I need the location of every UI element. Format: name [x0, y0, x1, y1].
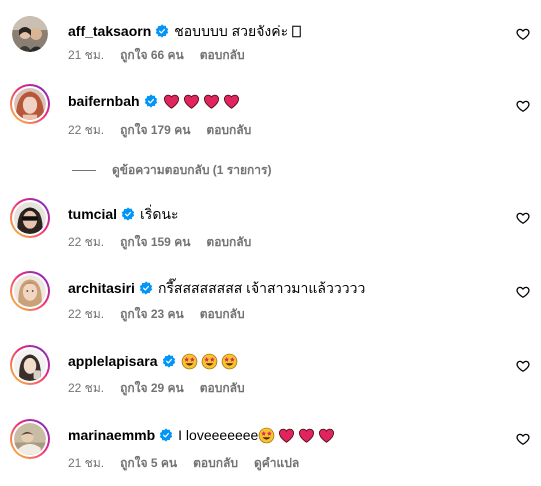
- avatar[interactable]: [10, 84, 50, 124]
- comment-time[interactable]: 21 ชม.: [68, 48, 104, 62]
- comment-username[interactable]: tumcial: [68, 205, 117, 223]
- translate-button[interactable]: ดูคำแปล: [254, 456, 299, 470]
- box-glyph-icon: [292, 25, 301, 37]
- comment-time[interactable]: 22 ชม.: [68, 307, 104, 321]
- comment-meta: 22 ชม. ถูกใจ 159 คน ตอบกลับ: [68, 235, 267, 249]
- comment-text-content: I loveeeeeee: [178, 427, 259, 443]
- verified-badge-icon: [121, 207, 135, 221]
- heart-outline-icon[interactable]: [516, 211, 530, 225]
- heart-outline-icon[interactable]: [516, 432, 530, 446]
- avatar[interactable]: [10, 271, 50, 311]
- comment-time[interactable]: 22 ชม.: [68, 381, 104, 395]
- comment-text: ชอบบบบ สวยจังค่ะ: [174, 22, 301, 40]
- avatar-ring-gap: [12, 200, 48, 236]
- heart-outline-icon[interactable]: [516, 285, 530, 299]
- view-replies-button[interactable]: ดูข้อความตอบกลับ (1 รายการ): [72, 161, 271, 180]
- avatar-photo: [14, 202, 46, 234]
- red-heart-emoji-icon: [203, 94, 219, 109]
- avatar-ring-gap: [12, 347, 48, 383]
- comment-likes[interactable]: ถูกใจ 23 คน: [120, 307, 184, 321]
- red-heart-emoji-icon: [299, 428, 315, 443]
- comment-likes[interactable]: ถูกใจ 5 คน: [120, 456, 177, 470]
- comment-time[interactable]: 22 ชม.: [68, 235, 104, 249]
- comment-likes[interactable]: ถูกใจ 179 คน: [120, 123, 190, 137]
- comment-text: กรี๊สสสสสสสส เจ้าสาวมาแล้ววววว: [157, 280, 366, 296]
- avatar-photo: [14, 275, 46, 307]
- comment-time[interactable]: 22 ชม.: [68, 123, 104, 137]
- view-replies-divider: [72, 170, 96, 171]
- reply-button[interactable]: ตอบกลับ: [193, 456, 238, 470]
- comments-list: aff_taksaorn ชอบบบบ สวยจังค่ะ 21 ชม. ถูก…: [0, 0, 541, 486]
- avatar-photo: [12, 16, 48, 52]
- comment-meta: 22 ชม. ถูกใจ 29 คน ตอบกลับ: [68, 381, 261, 395]
- heart-outline-icon[interactable]: [516, 27, 530, 41]
- comment-likes[interactable]: ถูกใจ 29 คน: [120, 381, 184, 395]
- comment-likes[interactable]: ถูกใจ 159 คน: [120, 235, 190, 249]
- reply-button[interactable]: ตอบกลับ: [206, 235, 251, 249]
- reply-button[interactable]: ตอบกลับ: [200, 381, 245, 395]
- star-struck-emoji-icon: [201, 353, 217, 369]
- comment-meta: 21 ชม. ถูกใจ 5 คน ตอบกลับ ดูคำแปล: [68, 456, 315, 470]
- comment-meta: 22 ชม. ถูกใจ 23 คน ตอบกลับ: [68, 307, 261, 321]
- avatar-photo: [14, 423, 46, 455]
- comment-likes[interactable]: ถูกใจ 66 คน: [120, 48, 184, 62]
- comment-text: [163, 93, 243, 110]
- red-heart-emoji-icon: [279, 428, 295, 443]
- comment-text: I loveeeeeee: [178, 426, 338, 444]
- verified-badge-icon: [139, 281, 153, 295]
- red-heart-emoji-icon: [223, 94, 239, 109]
- avatar[interactable]: [10, 14, 50, 54]
- avatar[interactable]: [10, 198, 50, 238]
- comment-time[interactable]: 21 ชม.: [68, 456, 104, 470]
- verified-badge-icon: [144, 94, 157, 108]
- comment-meta: 21 ชม. ถูกใจ 66 คน ตอบกลับ: [68, 48, 261, 62]
- comment-text-content: ชอบบบบ สวยจังค่ะ: [174, 23, 289, 39]
- star-struck-emoji-icon: [181, 353, 197, 369]
- comment-text: [181, 353, 241, 370]
- view-replies-label: ดูข้อความตอบกลับ (1 รายการ): [112, 163, 272, 177]
- comment-username[interactable]: baifernbah: [68, 92, 140, 110]
- verified-badge-icon: [162, 354, 175, 368]
- heart-outline-icon[interactable]: [516, 99, 530, 113]
- reply-button[interactable]: ตอบกลับ: [200, 307, 245, 321]
- comment-meta: 22 ชม. ถูกใจ 179 คน ตอบกลับ: [68, 123, 267, 137]
- comment-username[interactable]: applelapisara: [68, 352, 158, 370]
- verified-badge-icon: [159, 428, 173, 442]
- avatar-photo: [14, 349, 46, 381]
- red-heart-emoji-icon: [319, 428, 335, 443]
- avatar-photo: [14, 88, 46, 120]
- reply-button[interactable]: ตอบกลับ: [206, 123, 251, 137]
- comment-username[interactable]: marinaemmb: [68, 426, 155, 444]
- comment-text: เริ่ดนะ: [140, 206, 179, 222]
- verified-badge-icon: [156, 24, 169, 38]
- star-struck-emoji-icon: [221, 353, 237, 369]
- avatar-ring-gap: [12, 273, 48, 309]
- avatar-ring-gap: [12, 86, 48, 122]
- heart-outline-icon[interactable]: [516, 359, 530, 373]
- red-heart-emoji-icon: [183, 94, 199, 109]
- reply-button[interactable]: ตอบกลับ: [200, 48, 245, 62]
- avatar[interactable]: [10, 419, 50, 459]
- avatar-ring-gap: [12, 421, 48, 457]
- red-heart-emoji-icon: [163, 94, 179, 109]
- star-struck-emoji-icon: [259, 427, 275, 443]
- avatar[interactable]: [10, 345, 50, 385]
- comment-username[interactable]: aff_taksaorn: [68, 22, 151, 40]
- comment-username[interactable]: architasiri: [68, 279, 135, 297]
